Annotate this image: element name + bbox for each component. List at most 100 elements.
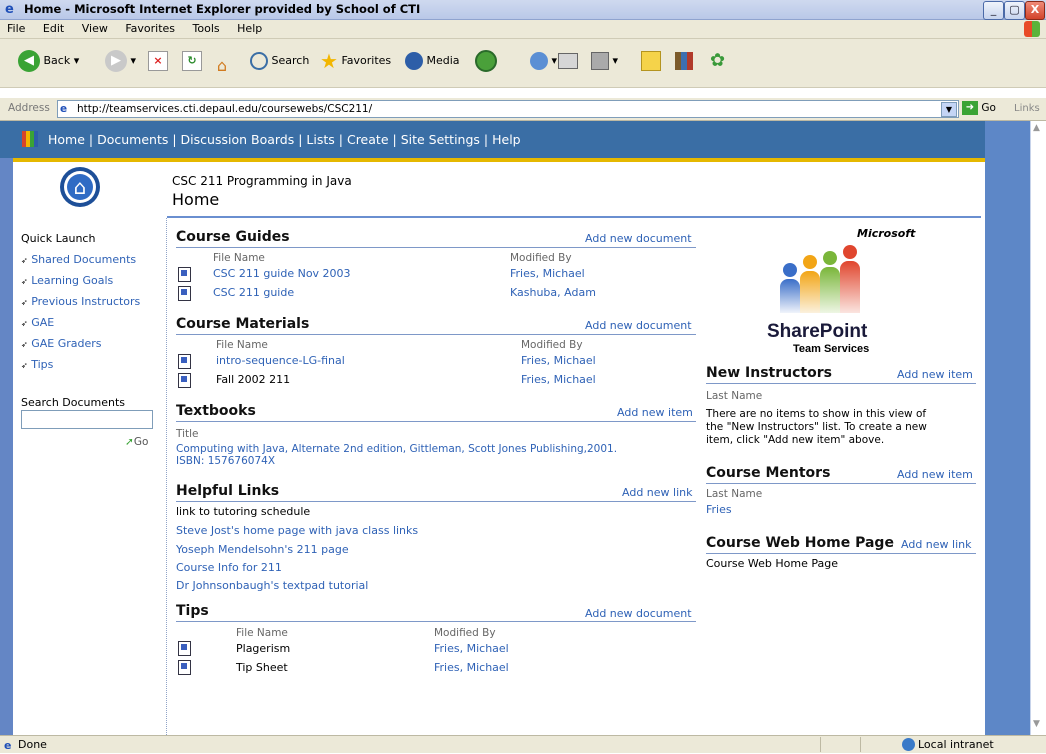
address-input[interactable]: e http://teamservices.cti.depaul.edu/cour…: [57, 100, 959, 118]
course-guides-file-link[interactable]: CSC 211 guide: [213, 286, 294, 299]
scroll-down-icon[interactable]: ▼: [1033, 719, 1040, 729]
scroll-up-icon[interactable]: ▲: [1033, 123, 1040, 133]
nav-site-settings[interactable]: Site Settings: [401, 132, 480, 147]
helpful-link-item[interactable]: Yoseph Mendelsohn's 211 page: [176, 543, 349, 556]
messenger-icon: ✿: [710, 50, 726, 71]
menu-file[interactable]: File: [0, 20, 32, 38]
history-icon: [475, 50, 497, 72]
quick-launch-list: ➶ Shared Documents ➶ Learning Goals ➶ Pr…: [21, 253, 140, 379]
vertical-scrollbar[interactable]: ▲ ▼: [1030, 121, 1046, 735]
helpful-link-item[interactable]: Dr Johnsonbaugh's textpad tutorial: [176, 579, 368, 592]
go-arrow-icon: ➚: [125, 436, 134, 448]
course-web-add-button[interactable]: Add new link: [901, 538, 971, 551]
sharepoint-logo-icon: [22, 131, 38, 147]
course-mentors-rule: [706, 483, 976, 484]
nav-documents[interactable]: Documents: [97, 132, 168, 147]
refresh-button[interactable]: ↻: [182, 47, 202, 75]
home-button[interactable]: ⌂: [212, 47, 232, 75]
stop-button[interactable]: ×: [148, 47, 168, 75]
textbooks-add-button[interactable]: Add new item: [617, 406, 693, 419]
address-label: Address: [8, 102, 50, 114]
course-web-title: Course Web Home Page: [706, 535, 894, 551]
nav-home[interactable]: Home: [48, 132, 85, 147]
quick-launch-item-previous-instructors[interactable]: ➶ Previous Instructors: [21, 295, 140, 316]
nav-create[interactable]: Create: [347, 132, 389, 147]
course-mentor-link[interactable]: Fries: [706, 503, 732, 516]
nav-help[interactable]: Help: [492, 132, 521, 147]
course-materials-file-text[interactable]: Fall 2002 211: [216, 373, 290, 386]
course-guides-modified-link[interactable]: Fries, Michael: [510, 267, 585, 280]
quick-launch-item-gae-graders[interactable]: ➶ GAE Graders: [21, 337, 140, 358]
tips-file-text[interactable]: Plagerism: [236, 642, 290, 655]
close-button[interactable]: X: [1025, 1, 1045, 20]
quick-launch-item-learning-goals[interactable]: ➶ Learning Goals: [21, 274, 140, 295]
favorites-button[interactable]: ★ Favorites: [320, 47, 391, 75]
textbook-item-isbn[interactable]: ISBN: 157676074X: [176, 455, 275, 467]
tips-add-button[interactable]: Add new document: [585, 607, 692, 620]
edit-button[interactable]: ▾: [591, 47, 618, 75]
home-icon: ⌂: [216, 56, 228, 75]
menu-view[interactable]: View: [75, 20, 115, 38]
quick-launch-title: Quick Launch: [21, 232, 96, 245]
search-button[interactable]: Search: [250, 47, 309, 75]
tips-title: Tips: [176, 603, 209, 619]
quick-launch-item-gae[interactable]: ➶ GAE: [21, 316, 140, 337]
bullet-arrow-icon: ➶: [21, 256, 28, 265]
address-dropdown-icon[interactable]: ▼: [941, 102, 957, 117]
tips-file-text[interactable]: Tip Sheet: [236, 661, 288, 674]
menu-edit[interactable]: Edit: [36, 20, 71, 38]
tips-modified-link[interactable]: Fries, Michael: [434, 661, 509, 674]
back-button[interactable]: ◀ Back ▾: [18, 47, 79, 75]
course-materials-add-button[interactable]: Add new document: [585, 319, 692, 332]
search-go-button[interactable]: ➚Go: [125, 436, 148, 448]
quick-launch-label: Learning Goals: [31, 274, 114, 287]
helpful-links-add-button[interactable]: Add new link: [622, 486, 692, 499]
word-document-icon: [178, 354, 191, 369]
helpful-link-item[interactable]: link to tutoring schedule: [176, 505, 310, 518]
nav-discussion-boards[interactable]: Discussion Boards: [181, 132, 295, 147]
menu-tools[interactable]: Tools: [186, 20, 227, 38]
course-guides-file-link[interactable]: CSC 211 guide Nov 2003: [213, 267, 351, 280]
minimize-button[interactable]: _: [983, 1, 1004, 20]
textbook-item-link[interactable]: Computing with Java, Alternate 2nd editi…: [176, 443, 617, 455]
course-guides-add-button[interactable]: Add new document: [585, 232, 692, 245]
course-web-item[interactable]: Course Web Home Page: [706, 557, 838, 570]
forward-button[interactable]: ▶ ▾: [105, 47, 136, 75]
helpful-links-rule: [176, 501, 696, 502]
menu-help[interactable]: Help: [230, 20, 269, 38]
links-label[interactable]: Links: [1014, 103, 1040, 114]
course-materials-modified-link[interactable]: Fries, Michael: [521, 354, 596, 367]
refresh-icon: ↻: [182, 51, 202, 71]
note-icon: [641, 51, 661, 71]
course-materials-file-link[interactable]: intro-sequence-LG-final: [216, 354, 345, 367]
word-document-icon: [178, 267, 191, 282]
discuss-button[interactable]: [641, 47, 661, 75]
menu-favorites[interactable]: Favorites: [118, 20, 182, 38]
quick-launch-item-tips[interactable]: ➶ Tips: [21, 358, 140, 379]
course-guides-modified-link[interactable]: Kashuba, Adam: [510, 286, 596, 299]
course-mentors-add-button[interactable]: Add new item: [897, 468, 973, 481]
nav-links: Home | Documents | Discussion Boards | L…: [48, 132, 521, 147]
media-button[interactable]: Media: [405, 47, 460, 75]
mail-button[interactable]: ▾: [530, 47, 557, 75]
research-button[interactable]: [675, 47, 693, 75]
helpful-link-item[interactable]: Steve Jost's home page with java class l…: [176, 524, 418, 537]
go-button[interactable]: ➜ Go: [962, 101, 996, 115]
textbooks-rule: [176, 421, 696, 422]
messenger-button[interactable]: ✿: [710, 47, 725, 75]
print-button[interactable]: [558, 47, 578, 75]
microsoft-wordmark: Microsoft: [857, 227, 916, 240]
course-materials-modified-link[interactable]: Fries, Michael: [521, 373, 596, 386]
quick-launch-item-shared-documents[interactable]: ➶ Shared Documents: [21, 253, 140, 274]
sharepoint-logo: Microsoft SharePoint Team Services: [705, 225, 985, 360]
maximize-button[interactable]: ▢: [1004, 1, 1025, 20]
star-icon: ★: [320, 49, 338, 73]
new-instructors-col: Last Name: [706, 390, 763, 402]
nav-lists[interactable]: Lists: [306, 132, 334, 147]
new-instructors-add-button[interactable]: Add new item: [897, 368, 973, 381]
helpful-link-item[interactable]: Course Info for 211: [176, 561, 282, 574]
home-circle-icon: ⌂: [60, 167, 100, 207]
history-button[interactable]: [475, 47, 497, 75]
search-documents-input[interactable]: [21, 410, 153, 429]
tips-modified-link[interactable]: Fries, Michael: [434, 642, 509, 655]
